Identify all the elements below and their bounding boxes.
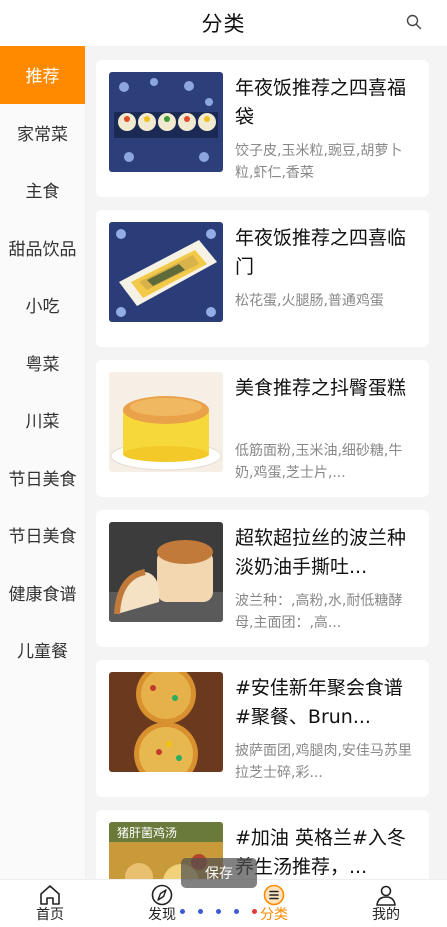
sidebar-item-festival-1[interactable]: 节日美食 xyxy=(0,449,85,507)
page-title: 分类 xyxy=(201,12,246,36)
loading-dot xyxy=(234,909,239,914)
recipe-ingredients: 披萨面团,鸡腿肉,安佳马苏里拉芝士碎,彩... xyxy=(235,743,412,781)
recipe-image xyxy=(109,672,223,772)
tab-home-label: 首页 xyxy=(36,907,64,923)
tab-discover[interactable]: 发现 xyxy=(122,882,202,927)
loading-dot xyxy=(180,909,185,914)
recipe-ingredients: 松花蛋,火腿肠,普通鸡蛋 xyxy=(235,293,384,309)
recipe-ingredients: 饺子皮,玉米粒,豌豆,胡萝卜粒,虾仁,香菜 xyxy=(235,143,403,181)
sidebar-item-snacks[interactable]: 小吃 xyxy=(0,276,85,334)
sidebar-item-sichuan[interactable]: 川菜 xyxy=(0,391,85,449)
compass-icon xyxy=(151,884,173,906)
tab-profile[interactable]: 我的 xyxy=(346,882,426,927)
loading-dot xyxy=(216,909,221,914)
loading-dot xyxy=(198,909,203,914)
recipe-list: 年夜饭推荐之四喜福袋 饺子皮,玉米粒,豌豆,胡萝卜粒,虾仁,香菜 年夜饭推荐之四… xyxy=(86,46,447,879)
thumb-caption: 猪肝菌鸡汤 xyxy=(117,825,177,840)
recipe-title: 年夜饭推荐之四喜临门 xyxy=(235,227,407,278)
recipe-title: 超软超拉丝的波兰种淡奶油手撕吐... xyxy=(235,527,407,578)
recipe-card[interactable]: 猪肝菌鸡汤 #加油 英格兰#入冬养生汤推荐，... xyxy=(96,810,429,879)
search-icon[interactable] xyxy=(405,13,423,31)
recipe-card[interactable]: #安佳新年聚会食谱#聚餐、Brun... 披萨面团,鸡腿肉,安佳马苏里拉芝士碎,… xyxy=(96,660,429,797)
recipe-image xyxy=(109,372,223,472)
recipe-image xyxy=(109,72,223,172)
header: 分类 xyxy=(0,0,447,46)
sidebar-item-festival-2[interactable]: 节日美食 xyxy=(0,506,85,564)
recipe-image xyxy=(109,222,223,322)
tab-profile-label: 我的 xyxy=(372,907,400,923)
sidebar-item-cantonese[interactable]: 粤菜 xyxy=(0,334,85,392)
loading-indicator xyxy=(180,909,260,915)
sidebar-item-healthy[interactable]: 健康食谱 xyxy=(0,564,85,622)
recipe-title: #加油 英格兰#入冬养生汤推荐，... xyxy=(235,827,406,878)
profile-icon xyxy=(376,885,396,906)
recipe-card[interactable]: 美食推荐之抖臀蛋糕 低筋面粉,玉米油,细砂糖,牛奶,鸡蛋,芝士片,... xyxy=(96,360,429,497)
sidebar-item-recommend[interactable]: 推荐 xyxy=(0,46,85,104)
recipe-title: #安佳新年聚会食谱#聚餐、Brun... xyxy=(235,677,403,728)
home-icon xyxy=(40,885,60,905)
loading-dot xyxy=(252,909,257,914)
recipe-title: 年夜饭推荐之四喜福袋 xyxy=(235,77,407,128)
recipe-card[interactable]: 超软超拉丝的波兰种淡奶油手撕吐... 波兰种：,高粉,水,耐低糖酵母,主面团：,… xyxy=(96,510,429,647)
sidebar-item-staple[interactable]: 主食 xyxy=(0,161,85,219)
sidebar-item-dessert-drinks[interactable]: 甜品饮品 xyxy=(0,219,85,277)
sidebar-item-home-cooking[interactable]: 家常菜 xyxy=(0,104,85,162)
sidebar-item-kids[interactable]: 儿童餐 xyxy=(0,621,85,679)
recipe-title: 美食推荐之抖臀蛋糕 xyxy=(235,377,407,399)
category-icon xyxy=(263,884,285,906)
recipe-ingredients: 低筋面粉,玉米油,细砂糖,牛奶,鸡蛋,芝士片,... xyxy=(235,443,403,481)
recipe-ingredients: 波兰种：,高粉,水,耐低糖酵母,主面团：,高... xyxy=(235,593,403,631)
recipe-image xyxy=(109,522,223,622)
tab-category[interactable]: 分类 xyxy=(234,882,314,927)
save-toast: 保存 xyxy=(181,858,257,888)
tab-home[interactable]: 首页 xyxy=(10,882,90,927)
category-sidebar: 推荐 家常菜 主食 甜品饮品 小吃 粤菜 川菜 节日美食 节日美食 健康食谱 儿… xyxy=(0,46,86,879)
recipe-card[interactable]: 年夜饭推荐之四喜临门 松花蛋,火腿肠,普通鸡蛋 xyxy=(96,210,429,347)
recipe-card[interactable]: 年夜饭推荐之四喜福袋 饺子皮,玉米粒,豌豆,胡萝卜粒,虾仁,香菜 xyxy=(96,60,429,197)
